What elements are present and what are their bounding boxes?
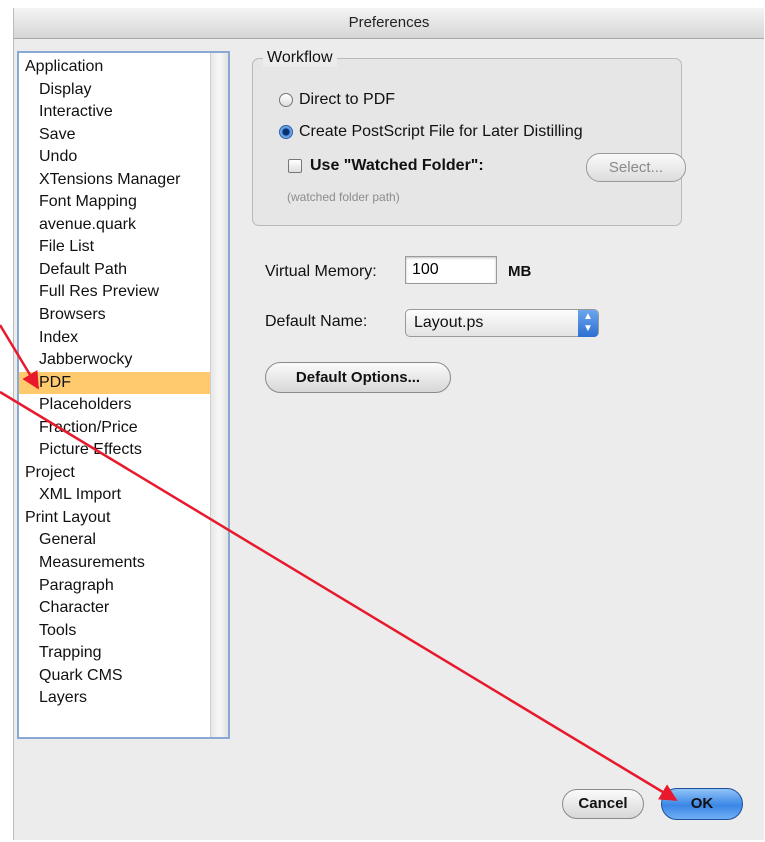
sidebar-item-fraction-price[interactable]: Fraction/Price bbox=[19, 417, 210, 440]
virtual-memory-label: Virtual Memory: bbox=[265, 263, 377, 280]
sidebar-item-xml-import[interactable]: XML Import bbox=[19, 484, 210, 507]
popup-arrows-icon: ▲ ▼ bbox=[578, 310, 598, 337]
window-title: Preferences bbox=[14, 8, 764, 39]
sidebar-item-application[interactable]: Application bbox=[19, 56, 210, 79]
category-list: Application Display Interactive Save Undo XTe… bbox=[19, 53, 228, 710]
cancel-button[interactable]: Cancel bbox=[562, 789, 644, 819]
sidebar-item-pdf[interactable]: PDF bbox=[19, 371, 210, 395]
sidebar-item-undo[interactable]: Undo bbox=[19, 146, 210, 169]
direct-to-pdf-label: Direct to PDF bbox=[299, 91, 396, 108]
direct-to-pdf-option[interactable]: Direct to PDF bbox=[279, 91, 395, 109]
sidebar-item-browsers[interactable]: Browsers bbox=[19, 304, 210, 327]
watched-folder-option[interactable]: Use "Watched Folder": bbox=[288, 157, 484, 175]
sidebar-item-measurements[interactable]: Measurements bbox=[19, 552, 210, 575]
sidebar-item-trapping[interactable]: Trapping bbox=[19, 642, 210, 665]
watched-folder-checkbox[interactable] bbox=[288, 159, 302, 173]
sidebar-item-placeholders[interactable]: Placeholders bbox=[19, 394, 210, 417]
default-name-value: Layout.ps bbox=[414, 314, 484, 331]
sidebar-item-quark-cms[interactable]: Quark CMS bbox=[19, 665, 210, 688]
sidebar-item-picture-effects[interactable]: Picture Effects bbox=[19, 439, 210, 462]
create-postscript-option[interactable]: Create PostScript File for Later Distill… bbox=[279, 123, 583, 141]
sidebar-item-character[interactable]: Character bbox=[19, 597, 210, 620]
direct-to-pdf-radio[interactable] bbox=[279, 93, 293, 107]
ok-button[interactable]: OK bbox=[661, 788, 743, 820]
select-folder-button[interactable]: Select... bbox=[586, 153, 686, 182]
sidebar-item-paragraph[interactable]: Paragraph bbox=[19, 575, 210, 598]
list-scrollbar[interactable] bbox=[210, 53, 228, 737]
sidebar-item-index[interactable]: Index bbox=[19, 327, 210, 350]
sidebar-item-tools[interactable]: Tools bbox=[19, 620, 210, 643]
sidebar-item-xtensions-manager[interactable]: XTensions Manager bbox=[19, 169, 210, 192]
virtual-memory-unit: MB bbox=[508, 263, 532, 280]
watched-folder-path: (watched folder path) bbox=[287, 190, 400, 204]
sidebar-item-font-mapping[interactable]: Font Mapping bbox=[19, 191, 210, 214]
default-name-label: Default Name: bbox=[265, 313, 368, 330]
preferences-category-list[interactable]: Application Display Interactive Save Undo XTe… bbox=[17, 51, 230, 739]
sidebar-item-jabberwocky[interactable]: Jabberwocky bbox=[19, 349, 210, 372]
sidebar-item-full-res-preview[interactable]: Full Res Preview bbox=[19, 281, 210, 304]
virtual-memory-input[interactable] bbox=[405, 256, 497, 284]
create-postscript-label: Create PostScript File for Later Distill… bbox=[299, 123, 583, 140]
default-name-popup[interactable]: Layout.ps ▲ ▼ bbox=[405, 309, 599, 337]
default-options-button[interactable]: Default Options... bbox=[265, 362, 451, 393]
sidebar-item-display[interactable]: Display bbox=[19, 79, 210, 102]
create-postscript-radio[interactable] bbox=[279, 125, 293, 139]
sidebar-item-avenue-quark[interactable]: avenue.quark bbox=[19, 214, 210, 237]
sidebar-item-save[interactable]: Save bbox=[19, 124, 210, 147]
sidebar-item-interactive[interactable]: Interactive bbox=[19, 101, 210, 124]
sidebar-item-default-path[interactable]: Default Path bbox=[19, 259, 210, 282]
workflow-legend: Workflow bbox=[263, 49, 337, 67]
watched-folder-label: Use "Watched Folder": bbox=[310, 157, 484, 174]
sidebar-item-project[interactable]: Project bbox=[19, 462, 210, 485]
sidebar-item-print-layout[interactable]: Print Layout bbox=[19, 507, 210, 530]
sidebar-item-general[interactable]: General bbox=[19, 529, 210, 552]
sidebar-item-file-list[interactable]: File List bbox=[19, 236, 210, 259]
sidebar-item-layers[interactable]: Layers bbox=[19, 687, 210, 710]
